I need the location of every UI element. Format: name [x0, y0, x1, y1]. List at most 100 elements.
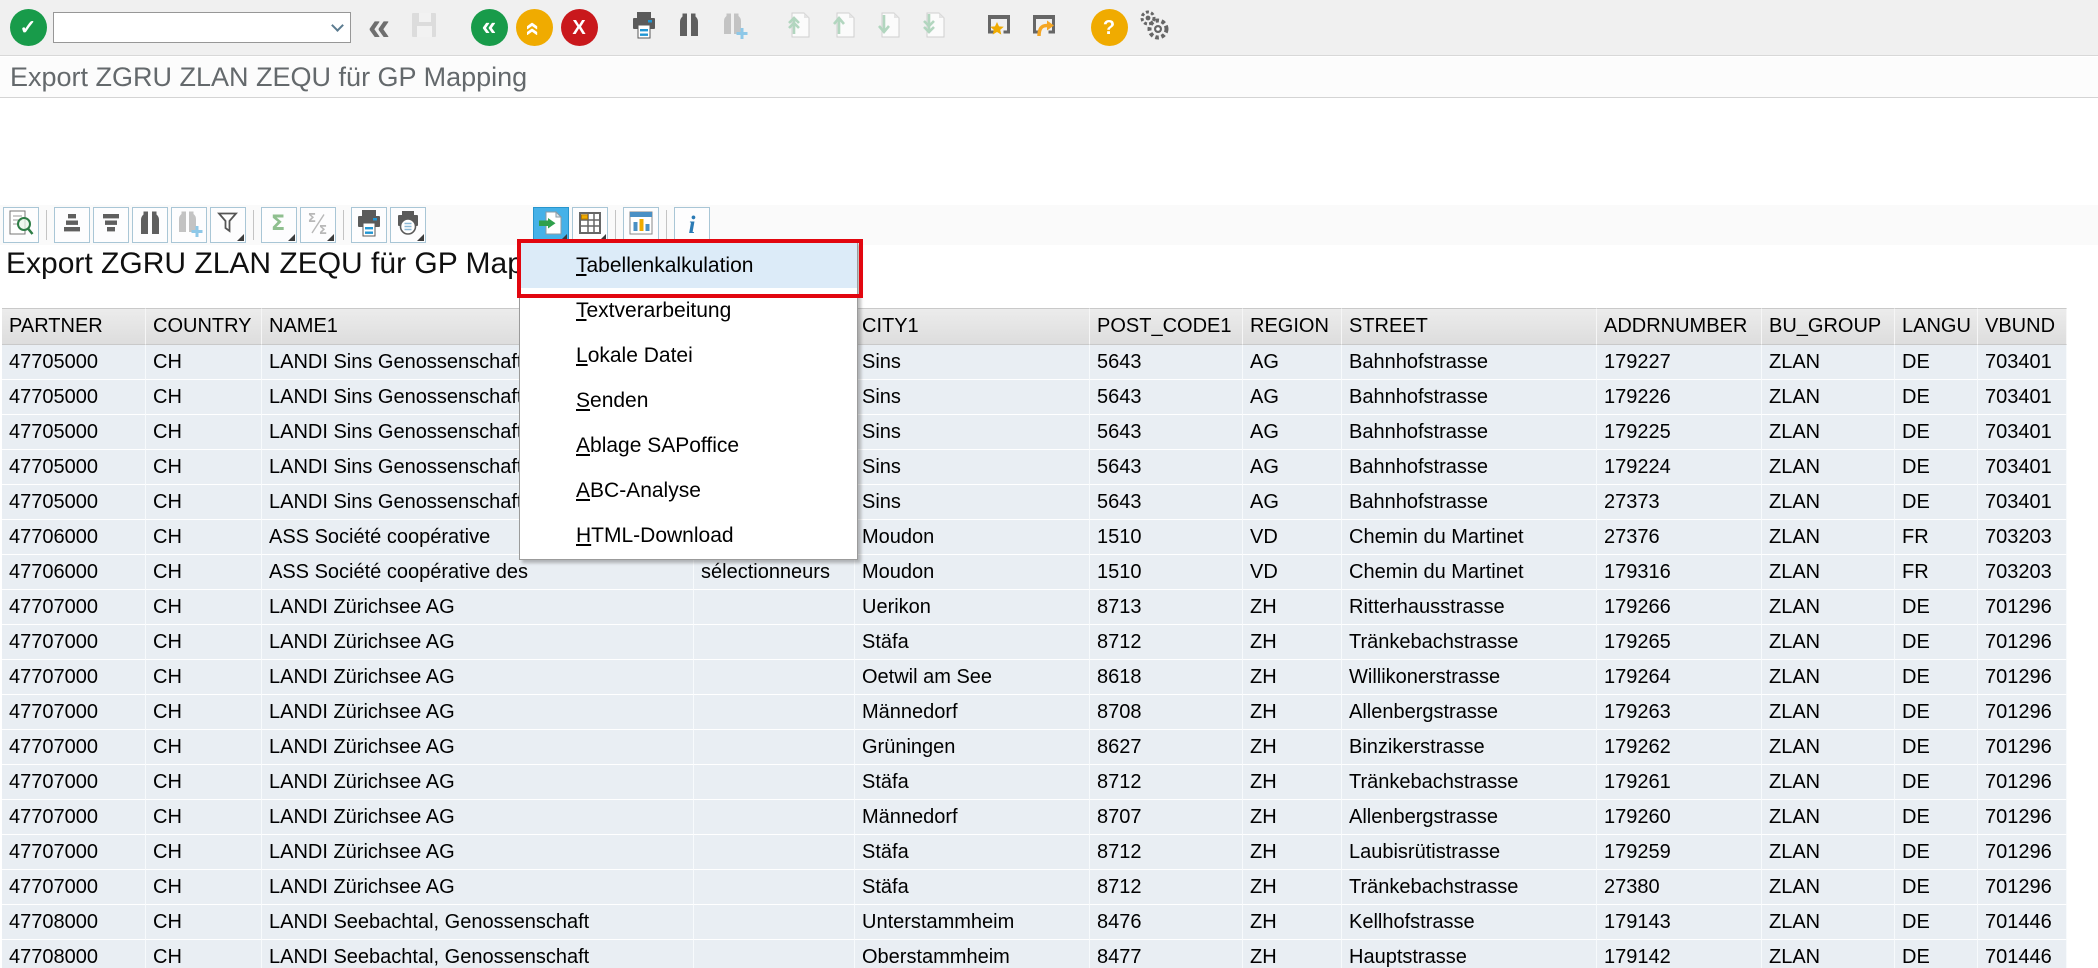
- cell[interactable]: ZLAN: [1762, 520, 1895, 555]
- cell[interactable]: FR: [1895, 555, 1978, 590]
- cell[interactable]: DE: [1895, 730, 1978, 765]
- cell[interactable]: 27380: [1597, 870, 1762, 905]
- cell[interactable]: Unterstammheim: [855, 905, 1090, 940]
- cell[interactable]: ZLAN: [1762, 625, 1895, 660]
- cell[interactable]: 47705000: [2, 345, 146, 380]
- cell[interactable]: CH: [146, 695, 262, 730]
- cell[interactable]: 47707000: [2, 765, 146, 800]
- cell[interactable]: DE: [1895, 835, 1978, 870]
- cell[interactable]: Uerikon: [855, 590, 1090, 625]
- cell[interactable]: Oberstammheim: [855, 940, 1090, 968]
- cell[interactable]: ZH: [1243, 590, 1342, 625]
- cell[interactable]: [694, 940, 855, 968]
- column-header-country[interactable]: COUNTRY: [146, 308, 262, 345]
- cell[interactable]: sélectionneurs: [694, 555, 855, 590]
- cell[interactable]: 47707000: [2, 870, 146, 905]
- cell[interactable]: 8712: [1090, 765, 1243, 800]
- cell[interactable]: Bahnhofstrasse: [1342, 450, 1597, 485]
- cell[interactable]: Grüningen: [855, 730, 1090, 765]
- total-button[interactable]: Σ: [261, 207, 297, 243]
- cell[interactable]: 47707000: [2, 730, 146, 765]
- cell[interactable]: Sins: [855, 485, 1090, 520]
- cell[interactable]: 179227: [1597, 345, 1762, 380]
- cell[interactable]: Bahnhofstrasse: [1342, 485, 1597, 520]
- cell[interactable]: [694, 590, 855, 625]
- cell[interactable]: Chemin du Martinet: [1342, 520, 1597, 555]
- cell[interactable]: CH: [146, 345, 262, 380]
- cell[interactable]: ZLAN: [1762, 940, 1895, 968]
- cell[interactable]: ZH: [1243, 800, 1342, 835]
- column-header-post_code1[interactable]: POST_CODE1: [1090, 308, 1243, 345]
- cell[interactable]: 27376: [1597, 520, 1762, 555]
- cell[interactable]: DE: [1895, 590, 1978, 625]
- cell[interactable]: Sins: [855, 345, 1090, 380]
- cell[interactable]: ZH: [1243, 625, 1342, 660]
- cell[interactable]: FR: [1895, 520, 1978, 555]
- cell[interactable]: CH: [146, 870, 262, 905]
- cell[interactable]: 47707000: [2, 800, 146, 835]
- cell[interactable]: 47705000: [2, 380, 146, 415]
- cell[interactable]: DE: [1895, 695, 1978, 730]
- cell[interactable]: AG: [1243, 345, 1342, 380]
- cell[interactable]: 179266: [1597, 590, 1762, 625]
- column-header-bu_group[interactable]: BU_GROUP: [1762, 308, 1895, 345]
- cell[interactable]: 179224: [1597, 450, 1762, 485]
- cell[interactable]: Sins: [855, 415, 1090, 450]
- cell[interactable]: CH: [146, 625, 262, 660]
- cell[interactable]: Männedorf: [855, 695, 1090, 730]
- cell[interactable]: Laubisrütistrasse: [1342, 835, 1597, 870]
- cell[interactable]: 179142: [1597, 940, 1762, 968]
- menu-item-html-download[interactable]: HTML-Download: [520, 513, 857, 558]
- cell[interactable]: ZH: [1243, 905, 1342, 940]
- choose-layout-button[interactable]: [572, 207, 608, 243]
- cell[interactable]: Tränkebachstrasse: [1342, 765, 1597, 800]
- cell[interactable]: CH: [146, 800, 262, 835]
- cell[interactable]: CH: [146, 905, 262, 940]
- cell[interactable]: Allenbergstrasse: [1342, 800, 1597, 835]
- cell[interactable]: 701296: [1978, 870, 2067, 905]
- cell[interactable]: 5643: [1090, 485, 1243, 520]
- cell[interactable]: ZLAN: [1762, 800, 1895, 835]
- cell[interactable]: Tränkebachstrasse: [1342, 625, 1597, 660]
- cell[interactable]: 8713: [1090, 590, 1243, 625]
- cell[interactable]: ZLAN: [1762, 660, 1895, 695]
- set-filter-button[interactable]: [210, 207, 246, 243]
- cell[interactable]: Stäfa: [855, 835, 1090, 870]
- cell[interactable]: [694, 870, 855, 905]
- cell[interactable]: ZLAN: [1762, 415, 1895, 450]
- menu-item-ablage-sapoffice[interactable]: Ablage SAPoffice: [520, 423, 857, 468]
- column-header-region[interactable]: REGION: [1243, 308, 1342, 345]
- cell[interactable]: LANDI Zürichsee AG: [262, 765, 694, 800]
- cell[interactable]: CH: [146, 940, 262, 968]
- cell[interactable]: 179262: [1597, 730, 1762, 765]
- cell[interactable]: LANDI Seebachtal, Genossenschaft: [262, 905, 694, 940]
- cell[interactable]: 47706000: [2, 555, 146, 590]
- cell[interactable]: ZH: [1243, 765, 1342, 800]
- cell[interactable]: 47705000: [2, 485, 146, 520]
- cell[interactable]: 47707000: [2, 590, 146, 625]
- cell[interactable]: 701296: [1978, 730, 2067, 765]
- cell[interactable]: 703203: [1978, 520, 2067, 555]
- cell[interactable]: 47706000: [2, 520, 146, 555]
- cell[interactable]: Männedorf: [855, 800, 1090, 835]
- cell[interactable]: DE: [1895, 905, 1978, 940]
- cell[interactable]: ZLAN: [1762, 485, 1895, 520]
- cell[interactable]: Stäfa: [855, 765, 1090, 800]
- cell[interactable]: [694, 625, 855, 660]
- cell[interactable]: 701296: [1978, 660, 2067, 695]
- cell[interactable]: [694, 765, 855, 800]
- cell[interactable]: ZLAN: [1762, 730, 1895, 765]
- cell[interactable]: [694, 905, 855, 940]
- cell[interactable]: ZLAN: [1762, 765, 1895, 800]
- cell[interactable]: 701296: [1978, 835, 2067, 870]
- cell[interactable]: VD: [1243, 555, 1342, 590]
- cell[interactable]: 8627: [1090, 730, 1243, 765]
- column-header-city1[interactable]: CITY1: [855, 308, 1090, 345]
- cell[interactable]: VD: [1243, 520, 1342, 555]
- cell[interactable]: DE: [1895, 870, 1978, 905]
- cell[interactable]: ZLAN: [1762, 695, 1895, 730]
- cell[interactable]: ZLAN: [1762, 835, 1895, 870]
- cell[interactable]: CH: [146, 835, 262, 870]
- cell[interactable]: CH: [146, 520, 262, 555]
- cell[interactable]: Bahnhofstrasse: [1342, 415, 1597, 450]
